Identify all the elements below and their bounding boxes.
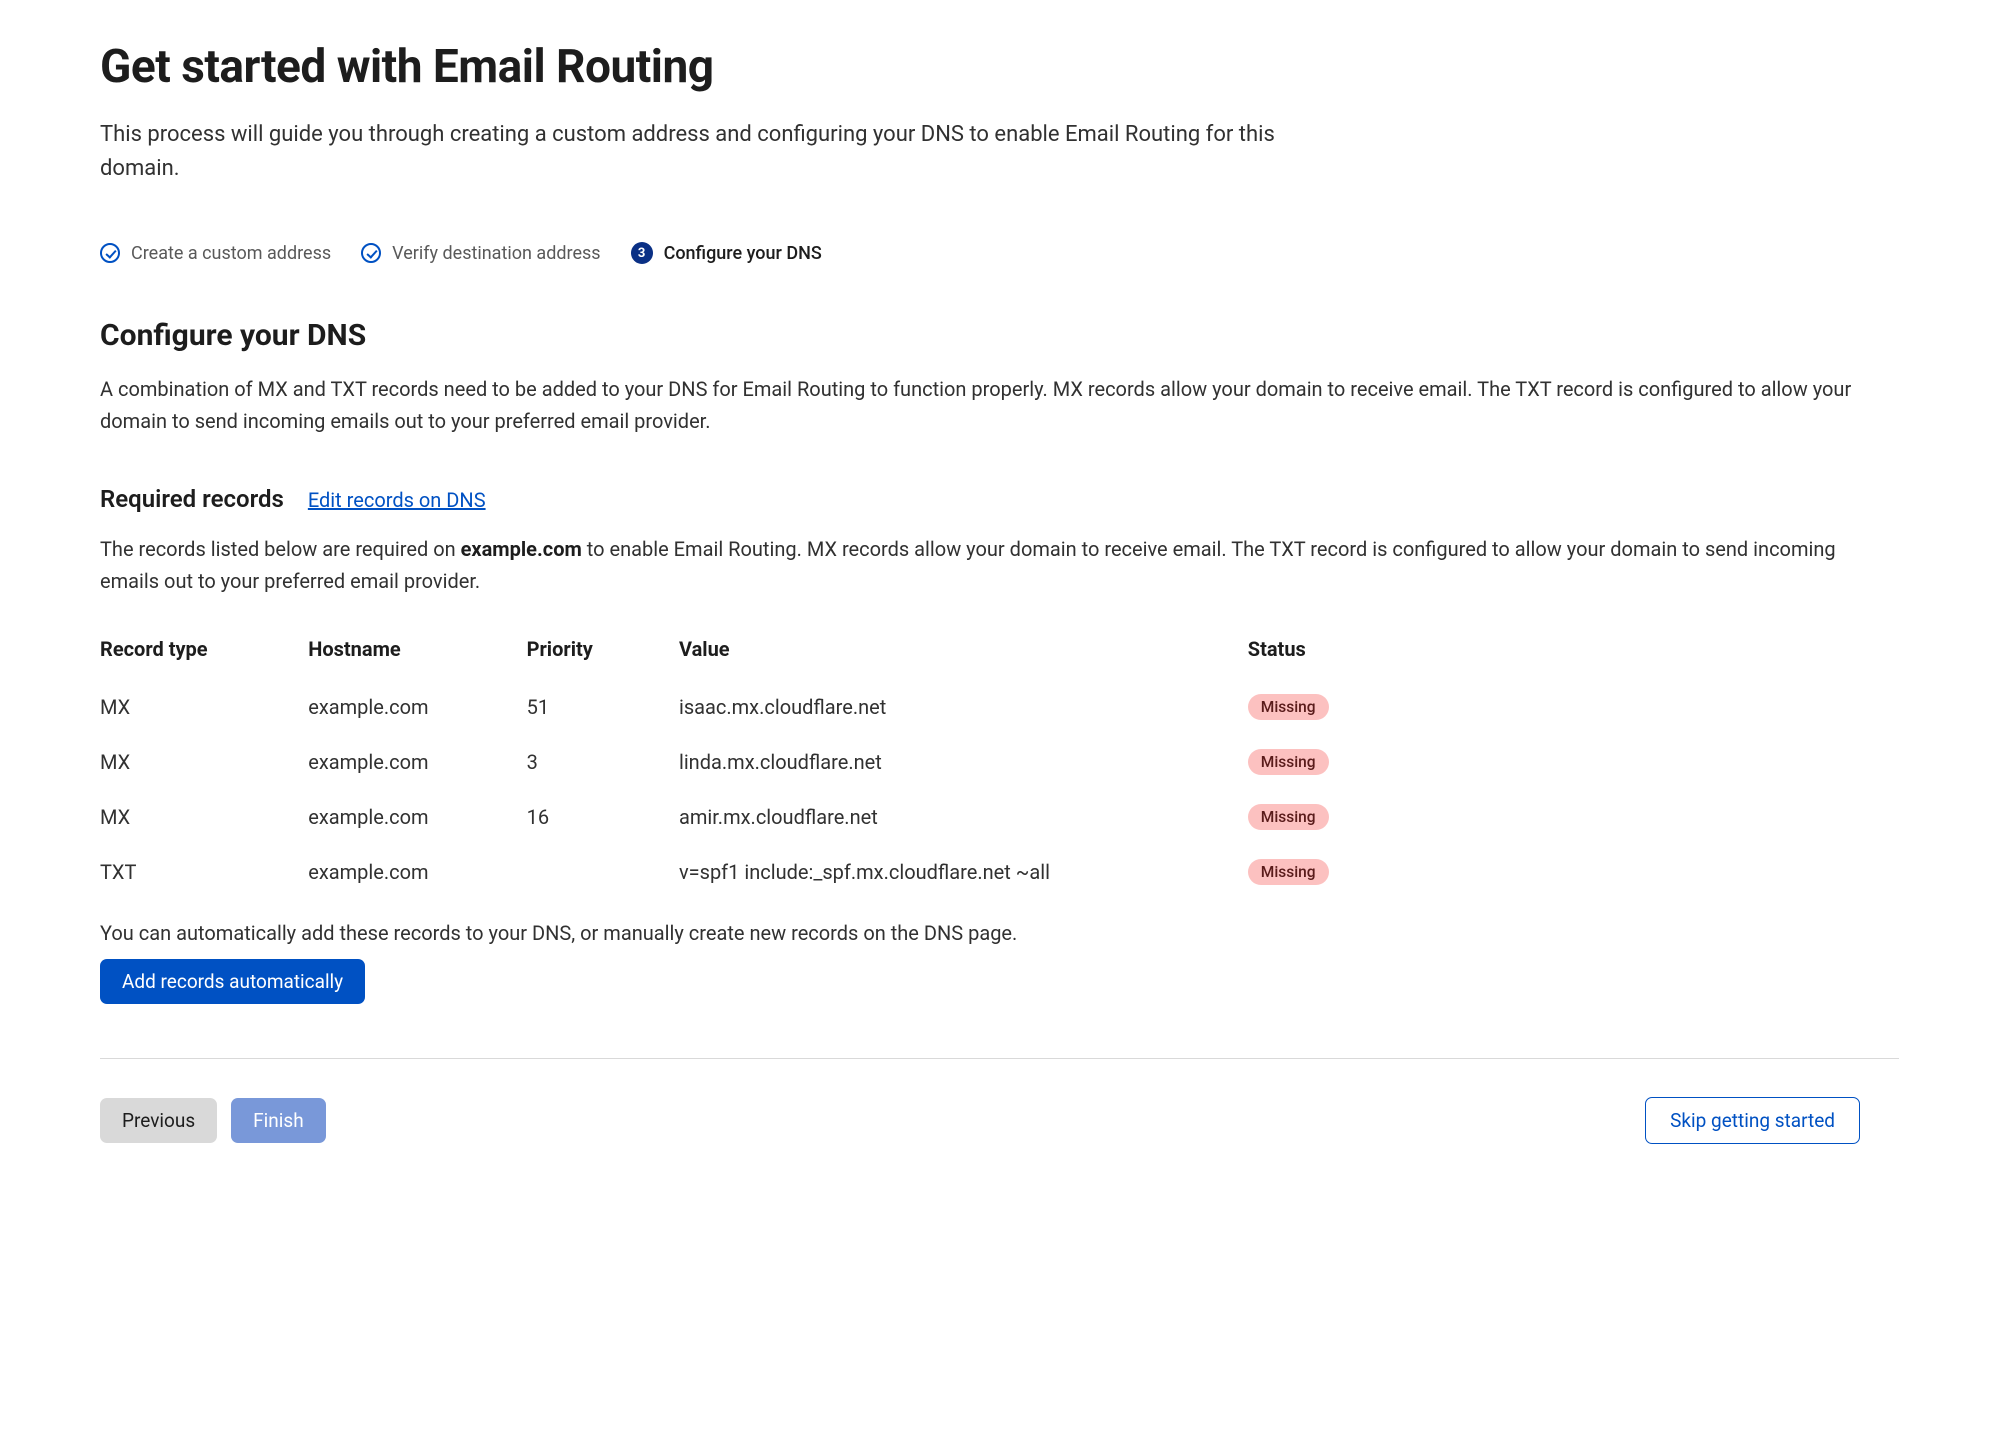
domain-name: example.com (461, 537, 582, 561)
footer-left-buttons: Previous Finish (100, 1098, 326, 1143)
th-hostname: Hostname (308, 627, 526, 679)
cell-status: Missing (1248, 679, 1390, 734)
status-badge: Missing (1248, 859, 1329, 885)
cell-status: Missing (1248, 844, 1390, 899)
step-number-badge: 3 (631, 242, 653, 264)
wizard-footer: Previous Finish Skip getting started (100, 1097, 1860, 1144)
onboarding-stepper: Create a custom address Verify destinati… (100, 242, 1899, 264)
th-record-type: Record type (100, 627, 308, 679)
cell-type: MX (100, 789, 308, 844)
step-label: Verify destination address (392, 243, 600, 264)
table-row: MX example.com 16 amir.mx.cloudflare.net… (100, 789, 1390, 844)
after-table-text: You can automatically add these records … (100, 921, 1899, 945)
th-priority: Priority (527, 627, 679, 679)
step-label: Configure your DNS (664, 243, 822, 264)
cell-status: Missing (1248, 734, 1390, 789)
step-verify-destination[interactable]: Verify destination address (361, 243, 600, 264)
cell-type: TXT (100, 844, 308, 899)
required-records-header: Required records Edit records on DNS (100, 485, 1899, 513)
cell-hostname: example.com (308, 679, 526, 734)
table-row: TXT example.com v=spf1 include:_spf.mx.c… (100, 844, 1390, 899)
cell-value: linda.mx.cloudflare.net (679, 734, 1248, 789)
required-records-heading: Required records (100, 485, 284, 513)
status-badge: Missing (1248, 694, 1329, 720)
cell-status: Missing (1248, 789, 1390, 844)
cell-priority: 16 (527, 789, 679, 844)
cell-hostname: example.com (308, 844, 526, 899)
section-heading: Configure your DNS (100, 318, 1899, 353)
step-label: Create a custom address (131, 243, 331, 264)
finish-button[interactable]: Finish (231, 1098, 326, 1143)
table-row: MX example.com 3 linda.mx.cloudflare.net… (100, 734, 1390, 789)
step-configure-dns[interactable]: 3 Configure your DNS (631, 242, 822, 264)
cell-value: isaac.mx.cloudflare.net (679, 679, 1248, 734)
cell-type: MX (100, 734, 308, 789)
page-root: Get started with Email Routing This proc… (0, 0, 1999, 1204)
th-status: Status (1248, 627, 1390, 679)
status-badge: Missing (1248, 804, 1329, 830)
step-create-address[interactable]: Create a custom address (100, 243, 331, 264)
table-row: MX example.com 51 isaac.mx.cloudflare.ne… (100, 679, 1390, 734)
edit-records-link[interactable]: Edit records on DNS (308, 488, 486, 512)
th-value: Value (679, 627, 1248, 679)
add-records-button[interactable]: Add records automatically (100, 959, 365, 1004)
page-title: Get started with Email Routing (100, 40, 1899, 94)
section-divider (100, 1058, 1899, 1059)
status-badge: Missing (1248, 749, 1329, 775)
section-description: A combination of MX and TXT records need… (100, 373, 1860, 437)
check-circle-icon (100, 243, 120, 263)
cell-hostname: example.com (308, 789, 526, 844)
table-header-row: Record type Hostname Priority Value Stat… (100, 627, 1390, 679)
cell-priority: 51 (527, 679, 679, 734)
desc-pre: The records listed below are required on (100, 537, 461, 561)
dns-records-table: Record type Hostname Priority Value Stat… (100, 627, 1390, 899)
cell-value: v=spf1 include:_spf.mx.cloudflare.net ~a… (679, 844, 1248, 899)
cell-hostname: example.com (308, 734, 526, 789)
required-records-description: The records listed below are required on… (100, 533, 1860, 597)
previous-button[interactable]: Previous (100, 1098, 217, 1143)
cell-type: MX (100, 679, 308, 734)
check-circle-icon (361, 243, 381, 263)
cell-priority (527, 844, 679, 899)
cell-priority: 3 (527, 734, 679, 789)
skip-getting-started-button[interactable]: Skip getting started (1645, 1097, 1860, 1144)
cell-value: amir.mx.cloudflare.net (679, 789, 1248, 844)
intro-text: This process will guide you through crea… (100, 118, 1280, 186)
